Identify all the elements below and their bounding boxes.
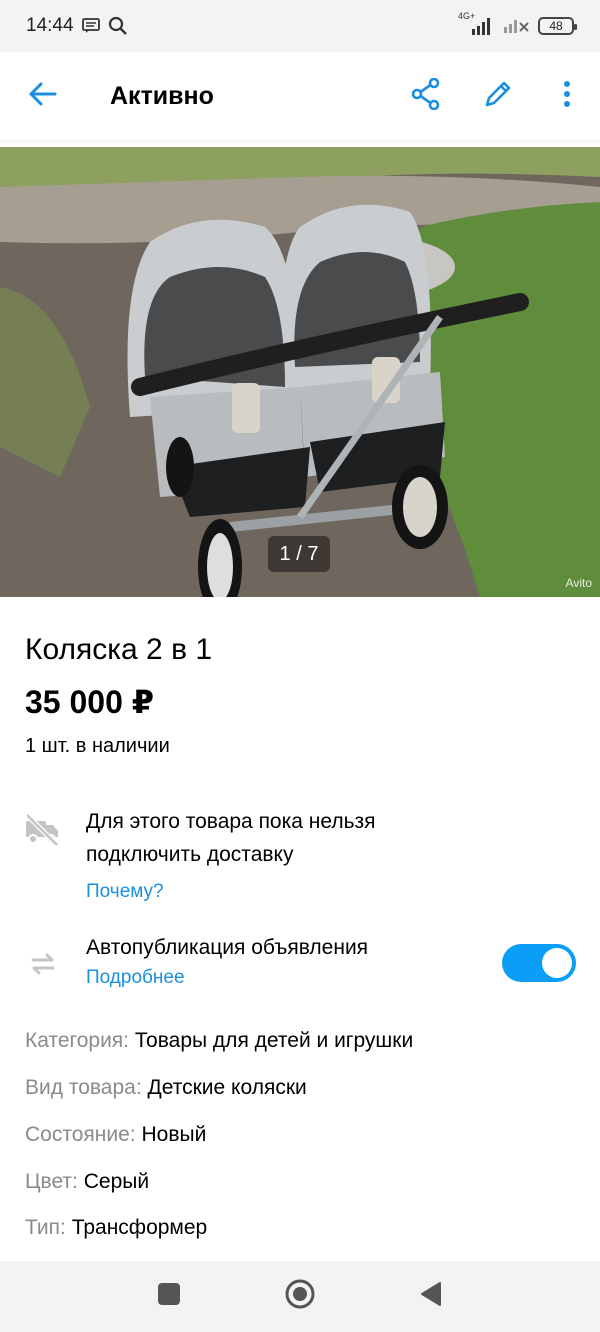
attribute-key: Категория: xyxy=(25,1029,130,1052)
delivery-disabled-truck-icon xyxy=(24,813,60,852)
battery-icon: 48 xyxy=(538,17,577,35)
delivery-notice: Для этого товара пока нельзя подключить … xyxy=(0,805,600,905)
autopublish-row: Автопубликация объявления Подробнее xyxy=(0,933,600,997)
product-price: 35 000 ₽ xyxy=(25,684,155,720)
attribute-value: Трансформер xyxy=(71,1216,208,1239)
search-status-icon xyxy=(108,16,128,36)
attribute-key: Состояние: xyxy=(25,1123,136,1146)
status-bar: 14:44 4G+ 48 xyxy=(0,0,600,52)
delivery-text-line2: подключить доставку xyxy=(86,843,294,866)
attribute-row: Тип: Трансформер xyxy=(25,1216,207,1240)
learn-more-link[interactable]: Подробнее xyxy=(86,967,185,989)
back-nav-button[interactable] xyxy=(366,1261,497,1332)
share-button[interactable] xyxy=(390,52,462,140)
autopublish-toggle[interactable] xyxy=(502,944,576,982)
attribute-value: Серый xyxy=(83,1170,150,1193)
back-button[interactable] xyxy=(0,52,86,140)
delivery-text-line1: Для этого товара пока нельзя xyxy=(86,810,376,833)
more-vertical-icon xyxy=(563,80,571,113)
attribute-key: Вид товара: xyxy=(25,1076,142,1099)
attribute-row: Вид товара: Детские коляски xyxy=(25,1076,307,1100)
signal-icon: 4G+ xyxy=(458,11,494,35)
recents-button[interactable] xyxy=(104,1261,235,1332)
share-icon xyxy=(411,77,441,115)
edit-pencil-icon xyxy=(482,78,514,115)
stroller-photo-illustration xyxy=(0,147,600,597)
signal-2-icon xyxy=(502,15,530,38)
avito-watermark: Avito xyxy=(565,576,592,590)
attribute-key: Тип: xyxy=(25,1216,66,1239)
edit-button[interactable] xyxy=(462,52,534,140)
photo-counter: 1 / 7 xyxy=(268,536,330,572)
app-bar: Активно xyxy=(0,52,600,140)
page-title: Активно xyxy=(110,81,214,110)
arrow-back-icon xyxy=(28,81,58,112)
stock-status: 1 шт. в наличии xyxy=(25,735,170,757)
attribute-row: Категория: Товары для детей и игрушки xyxy=(25,1029,413,1053)
attribute-value: Товары для детей и игрушки xyxy=(134,1029,414,1052)
attribute-row: Цвет: Серый xyxy=(25,1170,149,1194)
autopublish-label: Автопубликация объявления xyxy=(86,936,369,959)
status-time: 14:44 xyxy=(26,15,74,36)
attribute-value: Новый xyxy=(141,1123,207,1146)
why-link[interactable]: Почему? xyxy=(86,881,164,903)
system-nav-bar xyxy=(0,1261,600,1332)
autorenew-icon xyxy=(28,949,58,984)
network-type: 4G+ xyxy=(458,11,476,21)
message-icon xyxy=(81,18,100,34)
attribute-row: Состояние: Новый xyxy=(25,1123,206,1147)
product-photo[interactable] xyxy=(0,147,600,597)
triangle-back-icon xyxy=(420,1281,442,1312)
home-button[interactable] xyxy=(235,1261,366,1332)
product-title: Коляска 2 в 1 xyxy=(25,633,213,666)
toggle-knob xyxy=(542,948,572,978)
circle-home-icon xyxy=(284,1278,316,1315)
attribute-value: Детские коляски xyxy=(147,1076,307,1099)
more-button[interactable] xyxy=(534,52,600,140)
attribute-key: Цвет: xyxy=(25,1170,78,1193)
square-icon xyxy=(157,1282,181,1311)
